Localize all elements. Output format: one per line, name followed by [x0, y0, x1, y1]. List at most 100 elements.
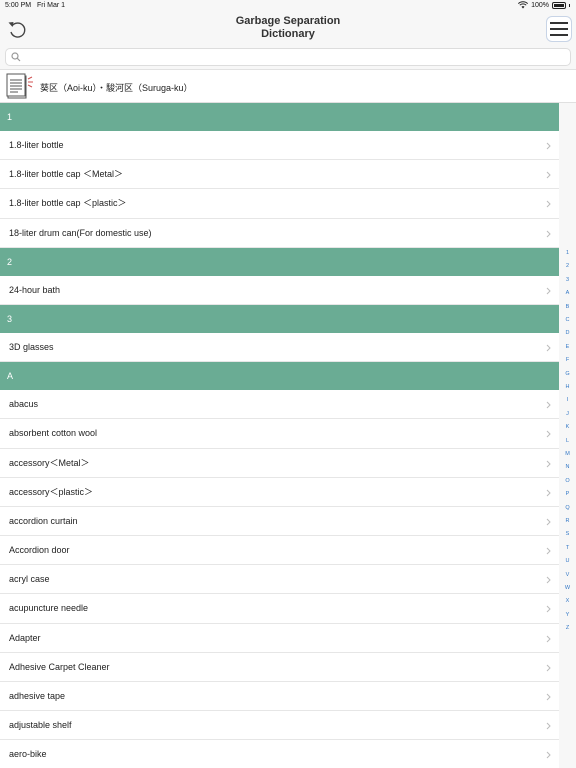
index-entry[interactable]: F — [559, 357, 576, 363]
index-entry[interactable]: G — [559, 371, 576, 377]
index-entry[interactable]: W — [559, 585, 576, 591]
chevron-right-icon — [546, 547, 551, 555]
index-entry[interactable]: O — [559, 478, 576, 484]
list-item[interactable]: Adhesive Carpet Cleaner — [0, 652, 559, 682]
index-entry[interactable]: K — [559, 424, 576, 430]
index-entry[interactable]: E — [559, 344, 576, 350]
refresh-icon — [8, 22, 26, 38]
index-entry[interactable]: N — [559, 464, 576, 470]
list-item-label: 24-hour bath — [9, 284, 61, 295]
page-title: Garbage Separation Dictionary — [188, 15, 388, 41]
hamburger-menu-icon — [550, 22, 568, 24]
index-entry[interactable]: Q — [559, 505, 576, 511]
index-entry[interactable]: T — [559, 545, 576, 551]
chevron-right-icon — [546, 722, 551, 730]
status-date: Fri Mar 1 — [37, 2, 65, 9]
index-entry[interactable]: X — [559, 598, 576, 604]
list-item-label: accessory＜Metal＞ — [9, 457, 90, 468]
list-item[interactable]: 1.8-liter bottle cap ＜plastic＞ — [0, 189, 559, 219]
section-header: 2 — [0, 247, 559, 276]
search-input[interactable] — [24, 50, 564, 64]
chevron-right-icon — [546, 489, 551, 497]
index-entry[interactable]: 3 — [559, 277, 576, 283]
item-list[interactable]: 1 1.8-liter bottle 1.8-liter bottle cap … — [0, 103, 559, 768]
index-entry[interactable]: Z — [559, 625, 576, 631]
list-item-label: absorbent cotton wool — [9, 428, 98, 439]
chevron-right-icon — [546, 518, 551, 526]
title-line-1: Garbage Separation — [235, 15, 341, 27]
list-item[interactable]: acupuncture needle — [0, 594, 559, 624]
list-item[interactable]: 24-hour bath — [0, 275, 559, 305]
list-item[interactable]: abacus — [0, 390, 559, 420]
status-right: 100% — [518, 1, 570, 9]
menu-button[interactable] — [546, 16, 572, 42]
index-entry[interactable]: R — [559, 518, 576, 524]
chevron-right-icon — [546, 401, 551, 409]
index-entry[interactable]: U — [559, 558, 576, 564]
region-selector[interactable]: 葵区（Aoi-ku）・駿河区（Suruga-ku） — [0, 70, 576, 103]
list-item[interactable]: accessory＜plastic＞ — [0, 477, 559, 507]
chevron-right-icon — [546, 635, 551, 642]
list-item-label: 18-liter drum can(For domestic use) — [9, 227, 152, 238]
chevron-right-icon — [546, 576, 551, 584]
section-header: 1 — [0, 103, 559, 131]
section-index-bar[interactable]: 1 2 3 A B C D E F G H I J K L M N O P Q R S T U V W X Y Z — [559, 103, 576, 768]
section-header: A — [0, 362, 559, 391]
refresh-button[interactable] — [6, 18, 28, 40]
status-time: 5:00 PM — [5, 2, 32, 9]
index-entry[interactable]: Y — [559, 612, 576, 618]
index-entry[interactable]: C — [559, 317, 576, 323]
hamburger-menu-icon-line — [550, 34, 568, 36]
list-item-label: 1.8-liter bottle cap ＜Metal＞ — [9, 169, 124, 180]
list-item[interactable]: Adapter — [0, 623, 559, 653]
chevron-right-icon — [546, 201, 551, 208]
list-item[interactable]: absorbent cotton wool — [0, 419, 559, 449]
list-item[interactable]: adjustable shelf — [0, 711, 559, 741]
list-item[interactable]: 18-liter drum can(For domestic use) — [0, 218, 559, 248]
list-item-label: acryl case — [9, 574, 50, 585]
index-entry[interactable]: S — [559, 531, 576, 537]
search-box[interactable] — [5, 48, 571, 66]
index-entry[interactable]: 2 — [559, 263, 576, 269]
index-entry[interactable]: J — [559, 411, 576, 417]
battery-icon — [552, 1, 566, 9]
list-item-label: adjustable shelf — [9, 720, 72, 731]
index-entry[interactable]: 1 — [559, 250, 576, 256]
chevron-right-icon — [546, 664, 551, 672]
list-item[interactable]: 1.8-liter bottle — [0, 131, 559, 161]
index-entry[interactable]: D — [559, 330, 576, 336]
list-item-label: accessory＜plastic＞ — [9, 486, 94, 497]
chevron-right-icon — [546, 752, 551, 759]
list-item-label: abacus — [9, 399, 39, 410]
list-item[interactable]: accordion curtain — [0, 506, 559, 537]
region-label: 葵区（Aoi-ku）・駿河区（Suruga-ku） — [40, 83, 193, 93]
index-entry[interactable]: A — [559, 290, 576, 296]
document-icon — [6, 73, 33, 99]
index-entry[interactable]: H — [559, 384, 576, 390]
search-icon — [11, 52, 21, 62]
chevron-right-icon — [546, 142, 551, 150]
wifi-icon — [518, 1, 529, 9]
index-entry[interactable]: P — [559, 491, 576, 497]
list-item-label: Adhesive Carpet Cleaner — [9, 661, 110, 672]
list-item[interactable]: aero-bike — [0, 740, 559, 768]
index-entry[interactable]: V — [559, 572, 576, 578]
index-entry[interactable]: M — [559, 451, 576, 457]
battery-tip — [569, 3, 570, 7]
search-bar — [0, 44, 576, 70]
index-entry[interactable]: L — [559, 438, 576, 444]
list-item[interactable]: 1.8-liter bottle cap ＜Metal＞ — [0, 160, 559, 190]
list-item-label: adhesive tape — [9, 691, 66, 701]
list-item-label: acupuncture needle — [9, 603, 89, 614]
chevron-right-icon — [546, 344, 551, 352]
hamburger-menu-icon-line — [550, 28, 568, 30]
index-entry[interactable]: I — [559, 397, 576, 403]
list-item[interactable]: adhesive tape — [0, 682, 559, 712]
chevron-right-icon — [546, 230, 551, 237]
index-entry[interactable]: B — [559, 304, 576, 310]
section-header: 3 — [0, 304, 559, 333]
list-item[interactable]: accessory＜Metal＞ — [0, 448, 559, 478]
list-item[interactable]: acryl case — [0, 565, 559, 595]
list-item[interactable]: 3D glasses — [0, 332, 559, 363]
list-item[interactable]: Accordion door — [0, 536, 559, 566]
